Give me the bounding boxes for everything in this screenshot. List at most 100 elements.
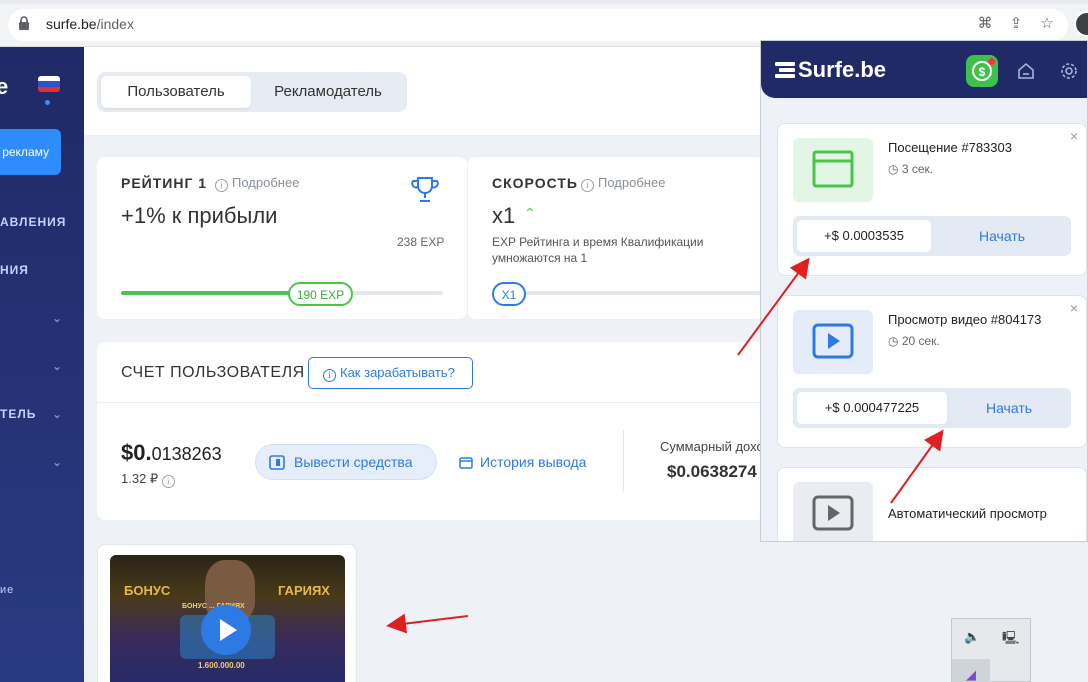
- speaker-icon[interactable]: 🔈: [964, 629, 980, 645]
- rating-more-label: Подробнее: [232, 175, 300, 190]
- speed-more-link[interactable]: i Подробнее: [581, 175, 665, 192]
- url-host: surfe.be: [46, 16, 97, 32]
- task-card: Просмотр видео #804173 ◷ 20 сек. × +$ 0.…: [777, 295, 1087, 448]
- task-duration: ◷ 20 сек.: [888, 334, 940, 348]
- clock-icon: ◷: [888, 334, 902, 348]
- play-icon: [220, 619, 237, 641]
- task-reward: +$ 0.000477225: [797, 392, 947, 424]
- task-action-bar: +$ 0.000477225 Начать: [793, 388, 1071, 428]
- sidebar-item-bottom[interactable]: ие: [0, 584, 14, 596]
- task-title: Автоматический просмотр: [888, 506, 1047, 521]
- home-icon[interactable]: [1016, 61, 1036, 81]
- translate-icon[interactable]: ⌘: [975, 14, 995, 34]
- task-thumbnail: [793, 310, 873, 374]
- task-title: Посещение #783303: [888, 140, 1012, 155]
- rating-progress-fill: [121, 291, 292, 295]
- task-title: Просмотр видео #804173: [888, 312, 1042, 327]
- card-icon: [459, 457, 473, 469]
- popup-header: Surfe.be $: [761, 41, 1087, 98]
- task-duration-label: 20 сек.: [901, 334, 940, 348]
- account-title: СЧЕТ ПОЛЬЗОВАТЕЛЯ: [121, 364, 305, 381]
- info-icon: i: [161, 475, 175, 488]
- extension-icon[interactable]: [1074, 11, 1088, 37]
- sidebar-item-section[interactable]: НИЯ: [0, 263, 29, 277]
- sidebar-item-notifications[interactable]: АВЛЕНИЯ: [0, 215, 66, 229]
- arrow-to-video: [386, 613, 469, 634]
- how-to-earn-label: Как зарабатывать?: [340, 365, 455, 380]
- total-income-label: Суммарный дохо: [660, 439, 764, 454]
- task-thumbnail: [793, 138, 873, 202]
- tab-strip: [0, 0, 1088, 4]
- withdraw-history-link[interactable]: История вывода: [480, 454, 586, 470]
- chevron-down-icon[interactable]: ⌄: [52, 455, 62, 469]
- rating-more-link[interactable]: i Подробнее: [215, 175, 299, 192]
- chevron-up-icon: ⌃: [524, 205, 536, 221]
- gear-icon[interactable]: [1059, 61, 1079, 81]
- how-to-earn-button[interactable]: i Как зарабатывать?: [308, 357, 473, 389]
- network-icon[interactable]: 🖳: [1002, 629, 1019, 651]
- task-start-button[interactable]: Начать: [947, 388, 1071, 428]
- chevron-down-icon[interactable]: ⌄: [52, 311, 62, 325]
- surfe-extension-popup: Surfe.be $ Посещение #783303 ◷ 3 сек. × …: [760, 40, 1088, 542]
- task-card: Посещение #783303 ◷ 3 сек. × +$ 0.000353…: [777, 123, 1087, 276]
- thumb-text-right: ГАРИЯХ: [278, 583, 330, 598]
- rating-card: РЕЙТИНГ 1 i Подробнее +1% к прибыли 238 E…: [97, 157, 467, 319]
- task-start-button[interactable]: Начать: [933, 216, 1071, 256]
- system-tray-overflow: 🔈 🖳 ◢: [951, 618, 1031, 682]
- close-icon[interactable]: ×: [1070, 300, 1078, 316]
- rating-value: +1% к прибыли: [121, 203, 278, 228]
- russian-flag-icon[interactable]: [38, 76, 60, 92]
- info-icon: i: [581, 179, 594, 192]
- speed-badge: X1: [492, 282, 526, 306]
- surfe-logo: Surfe.be: [775, 57, 886, 83]
- play-icon-gray: [812, 495, 854, 531]
- role-tabs: Пользователь Рекламодатель: [97, 72, 407, 112]
- task-duration-label: 3 сек.: [901, 162, 934, 176]
- speed-title: СКОРОСТЬ: [492, 175, 578, 191]
- language-dot: [45, 100, 50, 105]
- order-ad-button[interactable]: рекламу: [0, 129, 61, 175]
- speed-progress-track: [492, 291, 765, 295]
- thumb-number: 1.600.000.00: [198, 661, 245, 670]
- surfe-logo-text: Surfe.be: [798, 57, 887, 82]
- bookmark-star-icon[interactable]: ☆: [1037, 14, 1057, 34]
- tab-advertiser[interactable]: Рекламодатель: [255, 76, 401, 108]
- clock-icon: ◷: [888, 162, 902, 176]
- thumb-text-left: БОНУС: [124, 583, 171, 598]
- address-bar[interactable]: [8, 9, 1068, 41]
- play-button[interactable]: [201, 605, 251, 655]
- surfe-logo-icon: [775, 62, 795, 78]
- info-icon: i: [323, 369, 336, 382]
- earnings-button[interactable]: $: [966, 55, 998, 87]
- browser-window-icon: [812, 150, 854, 188]
- share-icon[interactable]: ⇪: [1006, 14, 1026, 34]
- balance-fraction: 0138263: [151, 444, 222, 464]
- app-icon[interactable]: ◢: [966, 667, 976, 682]
- chevron-down-icon[interactable]: ⌄: [52, 407, 62, 421]
- rating-title: РЕЙТИНГ 1: [121, 175, 208, 191]
- chevron-down-icon[interactable]: ⌄: [52, 359, 62, 373]
- url-text[interactable]: surfe.be/index: [46, 16, 134, 32]
- notification-dot: [988, 58, 995, 65]
- balance-value: $0.0138263: [121, 440, 222, 466]
- sidebar-item-user[interactable]: ТЕЛЬ: [0, 407, 36, 421]
- task-action-bar: +$ 0.0003535 Начать: [793, 216, 1071, 256]
- task-card: Автоматический просмотр: [777, 467, 1087, 541]
- tab-user[interactable]: Пользователь: [101, 76, 251, 108]
- task-duration: ◷ 3 сек.: [888, 162, 933, 176]
- rating-exp-badge: 190 EXP: [288, 282, 353, 306]
- task-thumbnail: [793, 482, 873, 541]
- wallet-icon: [269, 455, 285, 470]
- speed-description: EXP Рейтинга и время Квалификации умножа…: [492, 235, 704, 265]
- trophy-icon: [411, 177, 439, 202]
- withdraw-label: Вывести средства: [294, 454, 413, 470]
- divider: [97, 402, 764, 403]
- info-icon: i: [215, 179, 228, 192]
- sidebar-logo[interactable]: e: [0, 74, 8, 100]
- lock-icon: [19, 16, 29, 30]
- balance-rub: 1.32 ₽ i: [121, 471, 179, 488]
- balance-rub-label: 1.32 ₽: [121, 471, 159, 486]
- video-ad-card: БОНУС ГАРИЯХ БОНУС ... ГАРИЯХ 1.600.000.…: [97, 544, 357, 682]
- video-thumbnail[interactable]: БОНУС ГАРИЯХ БОНУС ... ГАРИЯХ 1.600.000.…: [110, 555, 345, 682]
- close-icon[interactable]: ×: [1070, 128, 1078, 144]
